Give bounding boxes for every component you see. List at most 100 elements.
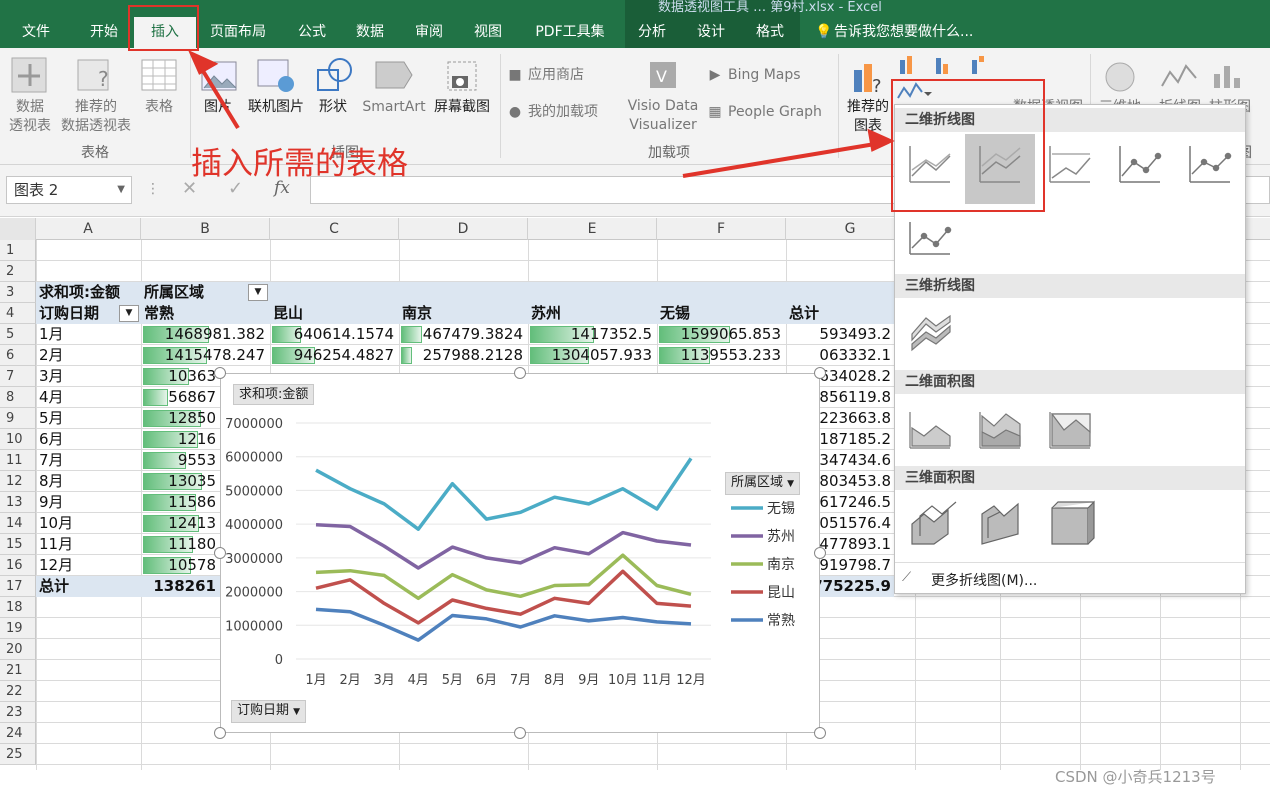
row-header[interactable]: 24 [0, 723, 36, 744]
series-line-3 [315, 569, 692, 625]
resize-handle-br[interactable] [814, 727, 826, 739]
select-all-corner[interactable] [0, 218, 36, 240]
row-header[interactable]: 12 [0, 471, 36, 492]
col-header-e[interactable]: E [528, 218, 657, 240]
row-header[interactable]: 7 [0, 366, 36, 387]
row-header[interactable]: 23 [0, 702, 36, 723]
pivot-value-field: 求和项:金额 [39, 283, 120, 301]
pivot-value-cell: 1417352.5 [570, 325, 652, 343]
row-header[interactable]: 8 [0, 387, 36, 408]
col-header-c[interactable]: C [270, 218, 399, 240]
col-header-a[interactable]: A [36, 218, 141, 240]
row-header[interactable]: 3 [0, 282, 36, 303]
pivot-chart[interactable]: 求和项:金额 7000000 6000000 5000000 4000000 30000… [220, 373, 820, 733]
pivot-header-kunshan: 昆山 [273, 304, 304, 322]
area-thumb [909, 412, 951, 449]
pivot-row-label: 4月 [39, 388, 64, 406]
row-header[interactable]: 20 [0, 639, 36, 660]
row-header[interactable]: 22 [0, 681, 36, 702]
row-header[interactable]: 21 [0, 660, 36, 681]
row-header[interactable]: 11 [0, 450, 36, 471]
pivot-value-cell: 9553 [177, 451, 216, 469]
col-header-d[interactable]: D [399, 218, 528, 240]
row-header[interactable]: 17 [0, 576, 36, 597]
3d-line-thumb [911, 314, 951, 352]
resize-handle-tl[interactable] [214, 367, 226, 379]
pivot-value-cell: 10363 [168, 367, 216, 385]
pivot-row-label: 8月 [39, 472, 64, 490]
row-header[interactable]: 10 [0, 429, 36, 450]
legend-label: 昆山 [767, 585, 795, 601]
row-filter-icon[interactable]: ▼ [119, 305, 139, 322]
x-tick-label: 7月 [510, 673, 531, 688]
x-tick-label: 8月 [544, 673, 565, 688]
pivot-column-field: 所属区域 [144, 283, 205, 301]
row-header[interactable]: 5 [0, 324, 36, 345]
row-header[interactable]: 1 [0, 240, 36, 261]
pivot-value-cell: 257988.2128 [422, 346, 523, 364]
pivot-header-total: 总计 [789, 304, 820, 322]
pivot-value-cell: 1599065.853 [680, 325, 781, 343]
column-filter-icon[interactable]: ▼ [248, 284, 268, 301]
pivot-value-cell: 5063332.1 [820, 346, 891, 364]
pivot-row-label: 1月 [39, 325, 64, 343]
chart-legend-field-label: 所属区域 [731, 475, 784, 490]
3d-percent-area-thumb [1051, 500, 1095, 545]
x-tick-label: 6月 [476, 673, 497, 688]
watermark: CSDN @小奇兵1213号 [1055, 768, 1216, 786]
pivot-header-nanjing: 南京 [402, 304, 433, 322]
row-header[interactable]: 6 [0, 345, 36, 366]
pivot-row-label: 7月 [39, 451, 64, 469]
x-tick-label: 2月 [339, 673, 360, 688]
resize-handle-b[interactable] [514, 727, 526, 739]
more-line-charts-icon: ⟋ [902, 570, 912, 585]
pivot-grand-total-g: 7775225.9 [820, 577, 891, 595]
x-tick-label: 12月 [676, 673, 706, 688]
col-header-f[interactable]: F [657, 218, 786, 240]
row-header[interactable]: 25 [0, 744, 36, 765]
chart-legend-field-button[interactable]: 所属区域 ▼ [725, 472, 801, 495]
y-tick-label: 7000000 [225, 417, 283, 432]
series-line-0 [315, 457, 693, 531]
row-header[interactable]: 16 [0, 555, 36, 576]
pivot-row-label: 3月 [39, 367, 64, 385]
legend-label: 无锡 [767, 501, 795, 517]
resize-handle-r[interactable] [814, 547, 826, 559]
pivot-value-cell: 4634028.2 [820, 367, 891, 385]
row-header[interactable]: 18 [0, 597, 36, 618]
pivot-value-cell: 1304057.933 [551, 346, 652, 364]
row-header[interactable]: 19 [0, 618, 36, 639]
pivot-value-cell: 5593493.2 [820, 325, 891, 343]
row-header[interactable]: 14 [0, 513, 36, 534]
y-tick-label: 5000000 [225, 484, 283, 499]
chart-axis-field-label: 订购日期 [237, 703, 290, 718]
y-tick-label: 0 [275, 653, 283, 668]
row-header[interactable]: 13 [0, 492, 36, 513]
series-line-1 [315, 523, 692, 570]
row-header[interactable]: 9 [0, 408, 36, 429]
grid-line [36, 764, 1270, 765]
row-header[interactable]: 2 [0, 261, 36, 282]
pivot-value-cell: 1415478.247 [164, 346, 265, 364]
pivot-value-cell: 5223663.8 [820, 409, 891, 427]
col-header-b[interactable]: B [141, 218, 270, 240]
resize-handle-l[interactable] [214, 547, 226, 559]
resize-handle-t[interactable] [514, 367, 526, 379]
pivot-value-cell: 4187185.2 [820, 430, 891, 448]
chart-axis-field-button[interactable]: 订购日期 ▼ [231, 700, 307, 723]
line-chart-plot: 7000000 6000000 5000000 4000000 3000000 20000… [225, 417, 795, 688]
pivot-value-cell: 10578 [168, 556, 216, 574]
pivot-row-field: 订购日期 [39, 304, 100, 322]
pivot-value-cell: 12413 [168, 514, 216, 532]
more-line-charts-link[interactable]: 更多折线图(M)... [931, 570, 1037, 590]
y-tick-label: 6000000 [225, 451, 283, 466]
pivot-value-cell: 1139553.233 [680, 346, 781, 364]
x-tick-label: 3月 [374, 673, 395, 688]
pivot-value-cell: 1216 [177, 430, 216, 448]
resize-handle-bl[interactable] [214, 727, 226, 739]
resize-handle-tr[interactable] [814, 367, 826, 379]
row-header[interactable]: 4 [0, 303, 36, 324]
x-tick-label: 9月 [578, 673, 599, 688]
3d-stacked-area-thumb [981, 502, 1019, 545]
row-header[interactable]: 15 [0, 534, 36, 555]
